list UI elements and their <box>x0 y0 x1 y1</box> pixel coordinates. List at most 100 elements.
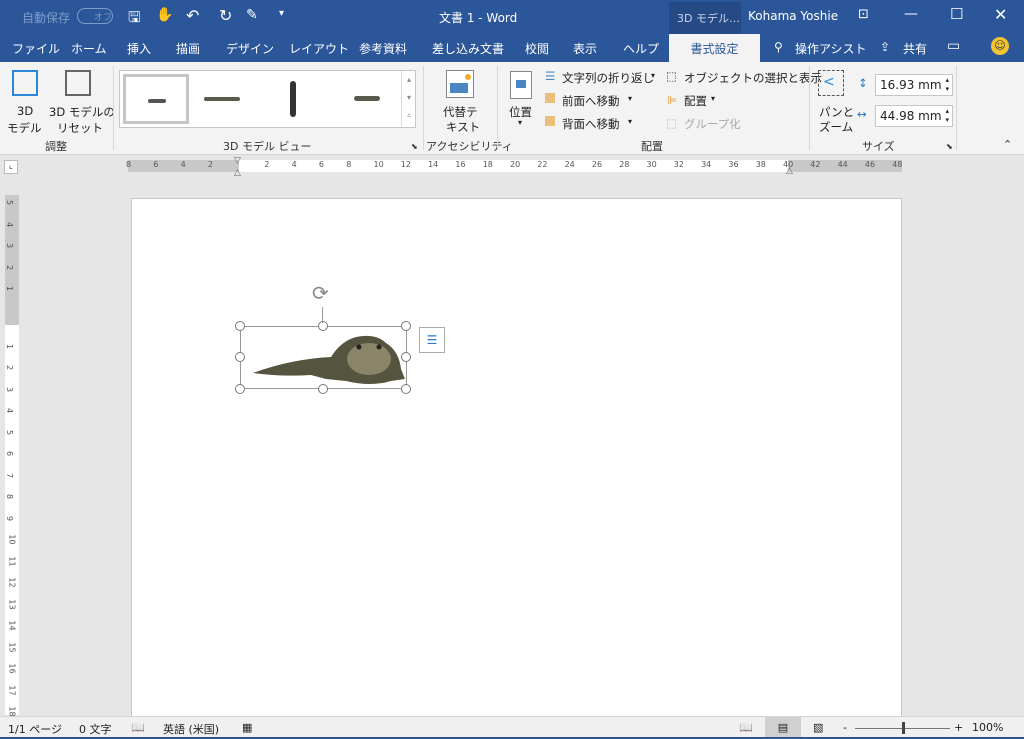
resize-handle-e[interactable] <box>401 352 411 362</box>
resize-handle-sw[interactable] <box>235 384 245 394</box>
resize-handle-se[interactable] <box>401 384 411 394</box>
alt-text-button[interactable]: 代替テ <box>443 104 478 120</box>
tab-home[interactable]: ホーム <box>71 40 107 57</box>
3d-models-button[interactable]: 3D <box>17 104 33 118</box>
tab-mailings[interactable]: 差し込み文書 <box>432 40 504 57</box>
tab-file[interactable]: ファイル <box>12 40 60 57</box>
view-option-4[interactable] <box>354 96 380 101</box>
position-dropdown-icon[interactable]: ▾ <box>518 118 522 127</box>
customize-qat-icon[interactable]: ▾ <box>279 8 284 19</box>
language[interactable]: 英語 (米国) <box>163 721 219 737</box>
word-count[interactable]: 0 文字 <box>79 721 112 737</box>
dialog-launcher-icon[interactable]: ⬊ <box>411 142 418 151</box>
3d-model-selection[interactable] <box>240 326 407 389</box>
autosave-toggle[interactable]: オフ <box>77 8 113 24</box>
tell-me-search[interactable]: 操作アシスト <box>795 40 867 57</box>
resize-handle-w[interactable] <box>235 352 245 362</box>
close-icon[interactable]: ✕ <box>994 5 1007 24</box>
maximize-icon[interactable]: ☐ <box>950 5 963 23</box>
tab-layout[interactable]: レイアウト <box>289 40 349 57</box>
width-input[interactable]: 44.98 mm ▴ ▾ <box>875 105 953 127</box>
ruler-tick-label: 13 <box>7 598 17 610</box>
tab-draw[interactable]: 描画 <box>176 40 200 57</box>
send-backward-button[interactable]: 背面へ移動 <box>562 116 620 132</box>
tab-view[interactable]: 表示 <box>573 40 597 57</box>
width-spinner[interactable]: ▴ ▾ <box>945 107 949 125</box>
3d-models-button-label[interactable]: モデル <box>7 120 42 136</box>
align-button[interactable]: 配置 <box>684 93 707 109</box>
bring-forward-button[interactable]: 前面へ移動 <box>562 93 620 109</box>
ruler-tick-label: 12 <box>7 577 17 588</box>
height-input[interactable]: 16.93 mm ▴ ▾ <box>875 74 953 96</box>
left-indent-marker[interactable]: △ <box>234 168 241 178</box>
indent-marker[interactable]: ▽ <box>234 156 241 166</box>
view-option-2[interactable] <box>204 97 240 101</box>
crocodile-3d-model[interactable] <box>251 329 406 387</box>
resize-handle-s[interactable] <box>318 384 328 394</box>
collapse-ribbon-icon[interactable]: ⌃ <box>1003 138 1012 151</box>
alt-text-button-label[interactable]: キスト <box>446 119 480 135</box>
context-tab-label: 3D モデル… <box>677 12 740 25</box>
selection-pane-button[interactable]: オブジェクトの選択と表示 <box>684 70 822 86</box>
macro-icon[interactable]: ▦ <box>242 721 252 734</box>
resize-handle-nw[interactable] <box>235 321 245 331</box>
tab-design[interactable]: デザイン <box>226 40 274 57</box>
pan-zoom-button[interactable]: パンと <box>819 104 854 120</box>
undo-icon[interactable]: ↶ <box>186 6 199 25</box>
user-name[interactable]: Kohama Yoshie <box>748 9 838 23</box>
gallery-scroll[interactable]: ▴ ▾ ⩡ <box>401 71 416 127</box>
reset-3d-model-label[interactable]: リセット <box>57 120 103 136</box>
zoom-slider-thumb[interactable] <box>901 722 905 734</box>
ruler-tick-label: 17 <box>7 684 17 696</box>
view-option-1[interactable] <box>123 74 189 124</box>
send-backward-icon <box>545 116 555 126</box>
zoom-in-button[interactable]: + <box>954 721 963 734</box>
zoom-level[interactable]: 100% <box>972 721 1003 734</box>
tab-help[interactable]: ヘルプ <box>623 40 659 57</box>
autosave-label: 自動保存 <box>22 11 71 25</box>
dialog-launcher-icon[interactable]: ⬊ <box>946 142 953 151</box>
save-icon[interactable]: 🖫 <box>128 7 141 32</box>
resize-handle-n[interactable] <box>318 321 328 331</box>
height-spinner[interactable]: ▴ ▾ <box>945 76 949 94</box>
ruler-tick-label: 42 <box>810 160 821 169</box>
rotate-3d-handle-icon[interactable]: ⟳ <box>312 281 329 305</box>
reset-3d-model-button[interactable]: 3D モデルの <box>49 104 115 120</box>
ruler-tick-label: 5 <box>5 429 15 435</box>
ribbon-display-options-icon[interactable]: ⊡ <box>858 7 869 22</box>
zoom-out-button[interactable]: - <box>843 721 847 734</box>
wrap-text-button[interactable]: 文字列の折り返し <box>562 70 654 86</box>
web-layout-icon[interactable]: ▧ <box>813 721 823 734</box>
tab-references[interactable]: 参考資料 <box>359 40 407 57</box>
redo-icon[interactable]: ↻ <box>219 6 232 25</box>
share-button[interactable]: 共有 <box>903 40 927 57</box>
tab-review[interactable]: 校閲 <box>525 40 549 57</box>
vertical-ruler[interactable]: 5 4 3 2 1 1 2 3 4 5 6 7 8 9 10 11 12 13 14 15 16 17 18 <box>5 195 19 717</box>
tab-format[interactable]: 書式設定 <box>669 34 760 62</box>
horizontal-ruler[interactable]: 8 6 4 2 2 4 6 8 10 12 14 16 18 20 22 24 26 28 30 32 34 36 38 40… <box>126 156 902 178</box>
view-option-3[interactable] <box>290 81 296 117</box>
format-painter-icon[interactable]: ✎ <box>246 7 258 23</box>
ruler-tick-label: 14 <box>7 620 17 631</box>
ruler-tick-label: 1 <box>5 343 15 349</box>
document-page[interactable]: ⟳ ☰ <box>131 198 902 718</box>
smiley-feedback-icon[interactable]: ☺ <box>991 37 1009 55</box>
width-value[interactable]: 44.98 mm <box>880 109 942 123</box>
pan-zoom-label[interactable]: ズーム <box>819 119 853 135</box>
right-indent-marker[interactable]: △ <box>786 166 793 176</box>
touch-mode-icon[interactable]: ✋ <box>156 7 173 23</box>
comments-icon[interactable]: ▭ <box>947 38 960 54</box>
ruler-tick-label: 20 <box>510 160 521 169</box>
page-count[interactable]: 1/1 ページ <box>8 721 62 737</box>
proofing-icon[interactable]: 📖 <box>131 721 145 734</box>
resize-handle-ne[interactable] <box>401 321 411 331</box>
reset-3d-model-icon <box>65 70 91 96</box>
layout-options-icon[interactable]: ☰ <box>419 327 445 353</box>
minimize-icon[interactable]: — <box>904 6 918 22</box>
print-layout-icon[interactable]: ▤ <box>765 717 801 739</box>
read-mode-icon[interactable]: 📖 <box>739 721 753 734</box>
tab-insert[interactable]: 挿入 <box>127 40 151 57</box>
tab-selector[interactable]: ⌞ <box>4 160 18 174</box>
height-value[interactable]: 16.93 mm <box>880 78 942 92</box>
ruler-tick-label: 16 <box>455 160 466 169</box>
